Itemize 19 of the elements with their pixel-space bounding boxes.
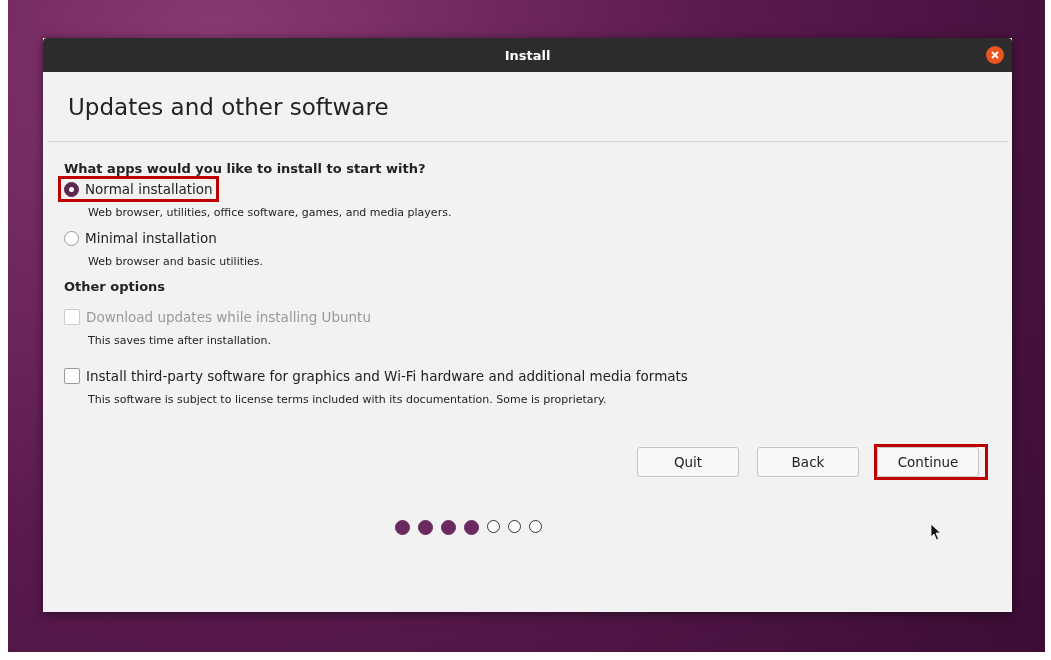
option-label[interactable]: Minimal installation: [85, 230, 217, 246]
mouse-cursor-icon: [930, 523, 942, 541]
dialog-button[interactable]: Continue: [877, 447, 979, 477]
section-heading: Other options: [64, 279, 167, 294]
option-label[interactable]: Install third-party software for graphics and Wi-Fi hardware and additional media formats: [86, 368, 688, 384]
radio-button[interactable]: [64, 181, 79, 197]
close-icon[interactable]: [986, 46, 1004, 64]
option-label[interactable]: Normal installation: [85, 181, 213, 197]
option-description: Web browser, utilities, office software, games, and media players.: [88, 206, 452, 219]
page-heading: Updates and other software: [68, 93, 389, 120]
option-description: Web browser and basic utilities.: [88, 255, 264, 268]
section-heading: What apps would you like to install to start with?: [64, 161, 427, 176]
checkbox[interactable]: [64, 368, 80, 384]
dialog-button[interactable]: Back: [757, 447, 859, 477]
window-title: Install: [504, 47, 551, 63]
dialog-button[interactable]: Quit: [637, 447, 739, 477]
option-description: This software is subject to license terms included with its documentation. Some is proprietary.: [88, 393, 607, 406]
option-description: This saves time after installation.: [88, 334, 272, 347]
radio-button[interactable]: [64, 230, 79, 246]
